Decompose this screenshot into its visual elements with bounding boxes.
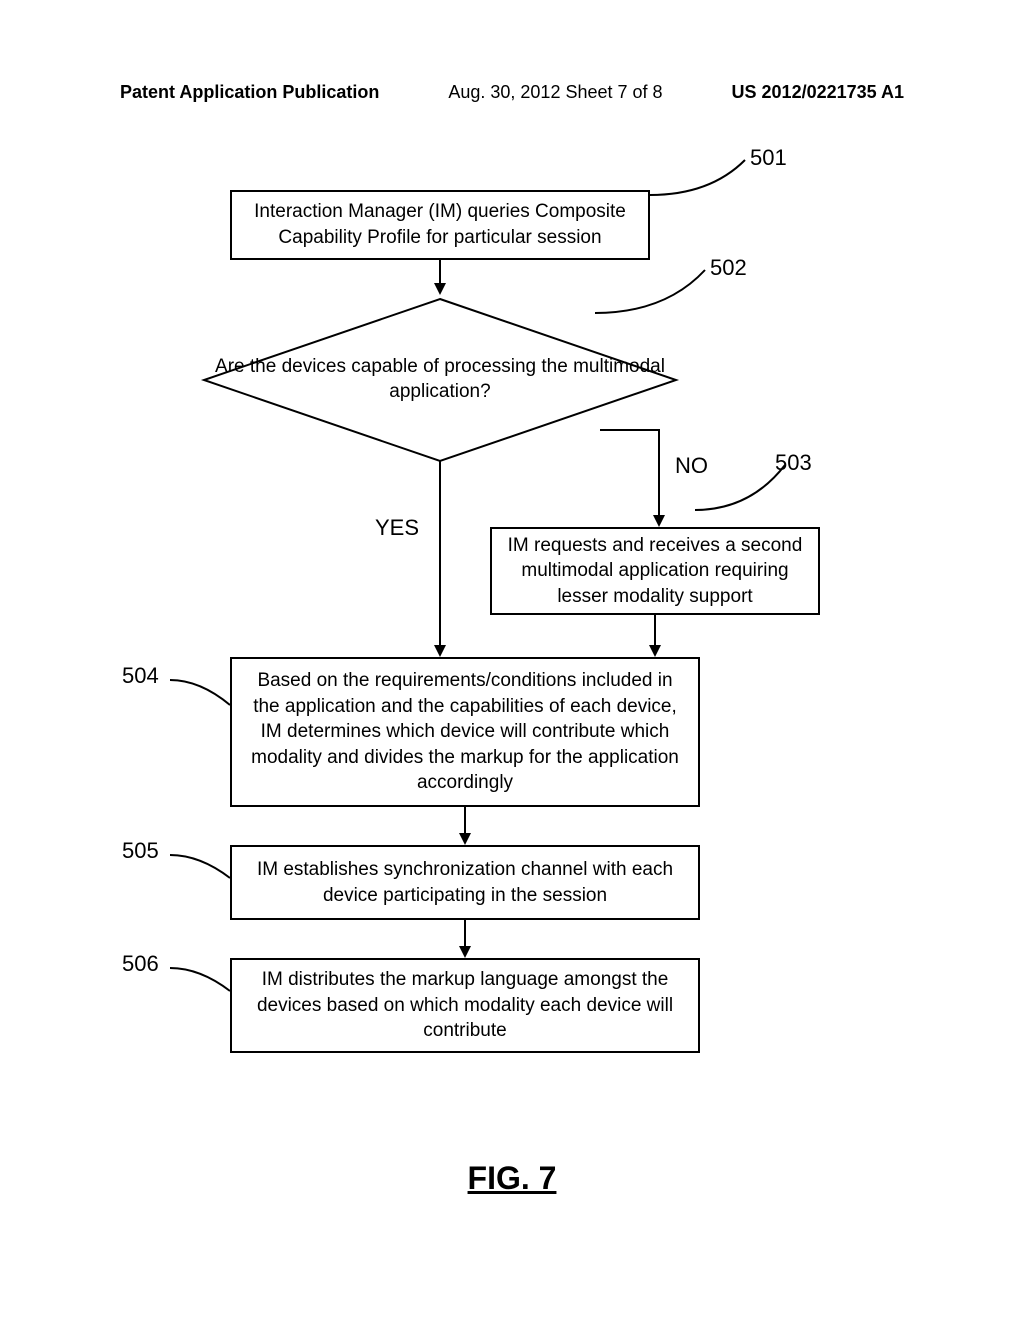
diamond-502-text: Are the devices capable of processing th… xyxy=(200,295,680,465)
ref-504: 504 xyxy=(122,663,159,689)
diamond-502: Are the devices capable of processing th… xyxy=(200,295,680,465)
box-503-text: IM requests and receives a second multim… xyxy=(506,533,804,610)
arrowhead-503-504 xyxy=(649,645,661,657)
line-no-h xyxy=(600,429,660,431)
box-501: Interaction Manager (IM) queries Composi… xyxy=(230,190,650,260)
arrowhead-yes xyxy=(434,645,446,657)
ref-506: 506 xyxy=(122,951,159,977)
label-yes: YES xyxy=(375,515,419,541)
box-504-text: Based on the requirements/conditions inc… xyxy=(246,668,684,796)
box-501-text: Interaction Manager (IM) queries Composi… xyxy=(246,199,634,250)
line-yes-v xyxy=(439,461,441,649)
header-pubnum: US 2012/0221735 A1 xyxy=(732,82,904,103)
box-505-text: IM establishes synchronization channel w… xyxy=(246,857,684,908)
page-header: Patent Application Publication Aug. 30, … xyxy=(0,82,1024,103)
header-publication: Patent Application Publication xyxy=(120,82,379,103)
box-504: Based on the requirements/conditions inc… xyxy=(230,657,700,807)
box-506: IM distributes the markup language among… xyxy=(230,958,700,1053)
ref-502: 502 xyxy=(710,255,747,281)
header-date-sheet: Aug. 30, 2012 Sheet 7 of 8 xyxy=(448,82,662,103)
box-505: IM establishes synchronization channel w… xyxy=(230,845,700,920)
arrowhead-505-506 xyxy=(459,946,471,958)
arrowhead-504-505 xyxy=(459,833,471,845)
leader-502 xyxy=(595,265,725,320)
box-503: IM requests and receives a second multim… xyxy=(490,527,820,615)
ref-505: 505 xyxy=(122,838,159,864)
leader-504 xyxy=(165,675,235,710)
arrowhead-no xyxy=(653,515,665,527)
flowchart: Interaction Manager (IM) queries Composi… xyxy=(120,155,880,1155)
figure-label: FIG. 7 xyxy=(0,1160,1024,1197)
box-506-text: IM distributes the markup language among… xyxy=(246,967,684,1044)
line-no-v xyxy=(658,429,660,519)
arrow-503-504 xyxy=(654,615,656,649)
arrowhead-501-502 xyxy=(434,283,446,295)
ref-503: 503 xyxy=(775,450,812,476)
ref-501: 501 xyxy=(750,145,787,171)
leader-505 xyxy=(165,850,235,885)
leader-506 xyxy=(165,963,235,998)
